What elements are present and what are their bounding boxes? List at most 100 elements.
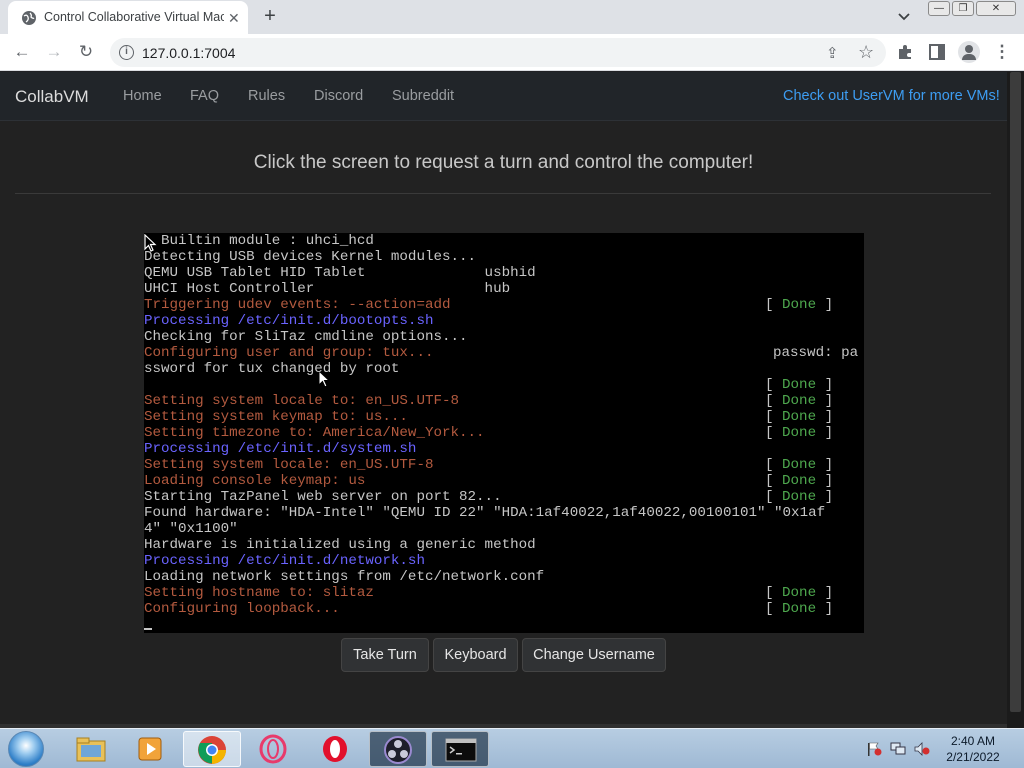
brand-logo[interactable]: CollabVM <box>15 87 89 107</box>
done-bracket-open: [ <box>765 489 783 505</box>
vm-control-buttons: Take Turn Keyboard Change Username <box>0 638 1007 672</box>
browser-tab[interactable]: Control Collaborative Virtual Mac ✕ <box>8 1 248 34</box>
done-word: Done <box>782 425 817 441</box>
done-bracket-close: ] <box>816 425 834 441</box>
taskbar-opera-gx[interactable] <box>245 731 303 767</box>
tab-search-chevron-icon[interactable] <box>896 10 912 24</box>
obs-studio-icon <box>384 736 412 764</box>
site-info-icon[interactable]: i <box>119 45 134 60</box>
done-bracket-close: ] <box>816 601 834 617</box>
terminal-done-status: [ Done ] <box>765 377 833 393</box>
vm-display-screen[interactable]: Builtin module : uhci_hcd Detecting USB d… <box>144 233 864 633</box>
volume-muted-icon[interactable] <box>914 742 930 756</box>
tab-strip: Control Collaborative Virtual Mac ✕ + — … <box>0 0 1024 34</box>
done-word: Done <box>782 457 817 473</box>
terminal-line: Triggering udev events: --action=add <box>144 297 451 313</box>
done-bracket-close: ] <box>816 457 834 473</box>
done-bracket-close: ] <box>816 297 834 313</box>
nav-link-subreddit[interactable]: Subreddit <box>392 88 454 104</box>
terminal-done-status: [ Done ] <box>765 393 833 409</box>
command-prompt-icon <box>445 738 477 762</box>
taskbar-media-player[interactable] <box>122 731 180 767</box>
terminal-line: Starting TazPanel web server on port 82.… <box>144 489 502 505</box>
terminal-done-status: [ Done ] <box>765 585 833 601</box>
reload-icon[interactable]: ↻ <box>76 42 96 62</box>
divider <box>15 193 991 194</box>
done-bracket-close: ] <box>816 393 834 409</box>
taskbar-obs-studio[interactable] <box>369 731 427 767</box>
keyboard-button[interactable]: Keyboard <box>433 638 518 672</box>
terminal-done-status: [ Done ] <box>765 297 833 313</box>
terminal-line: UHCI Host Controller hub <box>144 281 511 297</box>
done-bracket-open: [ <box>765 425 783 441</box>
taskbar-windows-explorer[interactable] <box>62 731 120 767</box>
done-word: Done <box>782 585 817 601</box>
menu-kebab-icon[interactable]: ⋮ <box>992 42 1012 62</box>
terminal-line: Setting hostname to: slitaz <box>144 585 374 601</box>
side-panel-icon[interactable] <box>928 43 946 61</box>
terminal-line: ssword for tux changed by root <box>144 361 400 377</box>
network-icon[interactable] <box>890 742 906 756</box>
extensions-puzzle-icon[interactable] <box>896 43 914 61</box>
done-word: Done <box>782 409 817 425</box>
taskbar-chrome[interactable] <box>183 731 241 767</box>
done-bracket-close: ] <box>816 489 834 505</box>
taskbar-opera[interactable] <box>307 731 365 767</box>
done-bracket-open: [ <box>765 297 783 313</box>
done-bracket-close: ] <box>816 585 834 601</box>
address-bar[interactable]: i 127.0.0.1:7004 ⇪ ☆ <box>110 38 886 67</box>
terminal-line: QEMU USB Tablet HID Tablet usbhid <box>144 265 536 281</box>
change-username-button[interactable]: Change Username <box>522 638 666 672</box>
terminal-line: 4" "0x1100" <box>144 521 238 537</box>
windows-taskbar: 2:40 AM 2/21/2022 <box>0 728 1024 768</box>
action-center-flag-icon[interactable] <box>866 742 882 756</box>
folder-icon <box>76 737 106 762</box>
nav-link-rules[interactable]: Rules <box>248 88 285 104</box>
done-bracket-open: [ <box>765 473 783 489</box>
turn-instructions-heading: Click the screen to request a turn and c… <box>253 152 754 173</box>
profile-avatar-icon[interactable] <box>958 41 980 63</box>
page-scrollbar[interactable] <box>1007 72 1024 728</box>
done-bracket-open: [ <box>765 409 783 425</box>
nav-link-home[interactable]: Home <box>123 88 162 104</box>
done-word: Done <box>782 377 817 393</box>
globe-icon <box>22 11 36 25</box>
system-clock[interactable]: 2:40 AM 2/21/2022 <box>935 733 1011 765</box>
windows-start-icon[interactable] <box>8 731 44 767</box>
close-window-button[interactable]: ✕ <box>976 1 1016 16</box>
clock-time: 2:40 AM <box>950 734 996 748</box>
forward-arrow-icon[interactable]: → <box>44 42 64 62</box>
tab-close-icon[interactable]: ✕ <box>228 10 240 26</box>
nav-link-discord[interactable]: Discord <box>314 88 363 104</box>
done-word: Done <box>782 393 817 409</box>
chrome-icon <box>198 736 226 764</box>
browser-toolbar: ← → ↻ i 127.0.0.1:7004 ⇪ ☆ ⋮ <box>0 34 1024 71</box>
back-arrow-icon[interactable]: ← <box>12 42 32 62</box>
bookmark-star-icon[interactable]: ☆ <box>858 42 874 63</box>
terminal-line: Setting system keymap to: us... <box>144 409 408 425</box>
scrollbar-thumb[interactable] <box>1010 72 1021 712</box>
opera-icon <box>323 736 347 762</box>
url-text[interactable]: 127.0.0.1:7004 <box>142 45 235 61</box>
taskbar-command-prompt[interactable] <box>431 731 489 767</box>
site-navbar: CollabVM Home FAQ Rules Discord Subreddi… <box>0 72 1007 121</box>
terminal-line: Detecting USB devices Kernel modules... <box>144 249 477 265</box>
new-tab-button[interactable]: + <box>260 6 280 26</box>
uservm-promo-link[interactable]: Check out UserVM for more VMs! <box>783 88 1000 104</box>
media-player-icon <box>138 737 162 761</box>
terminal-line: Processing /etc/init.d/bootopts.sh <box>144 313 434 329</box>
take-turn-button[interactable]: Take Turn <box>341 638 429 672</box>
terminal-done-status: [ Done ] <box>765 409 833 425</box>
terminal-line: Configuring user and group: tux... <box>144 345 434 361</box>
done-word: Done <box>782 473 817 489</box>
terminal-line: Builtin module : uhci_hcd <box>144 233 374 249</box>
minimize-button[interactable]: — <box>928 1 950 16</box>
terminal-line: Loading network settings from /etc/netwo… <box>144 569 545 585</box>
terminal-line: Setting system locale to: en_US.UTF-8 <box>144 393 460 409</box>
nav-link-faq[interactable]: FAQ <box>190 88 219 104</box>
share-icon[interactable]: ⇪ <box>826 44 839 62</box>
done-word: Done <box>782 601 817 617</box>
terminal-done-status: [ Done ] <box>765 601 833 617</box>
terminal-done-status: [ Done ] <box>765 489 833 505</box>
restore-button[interactable]: ❐ <box>952 1 974 16</box>
